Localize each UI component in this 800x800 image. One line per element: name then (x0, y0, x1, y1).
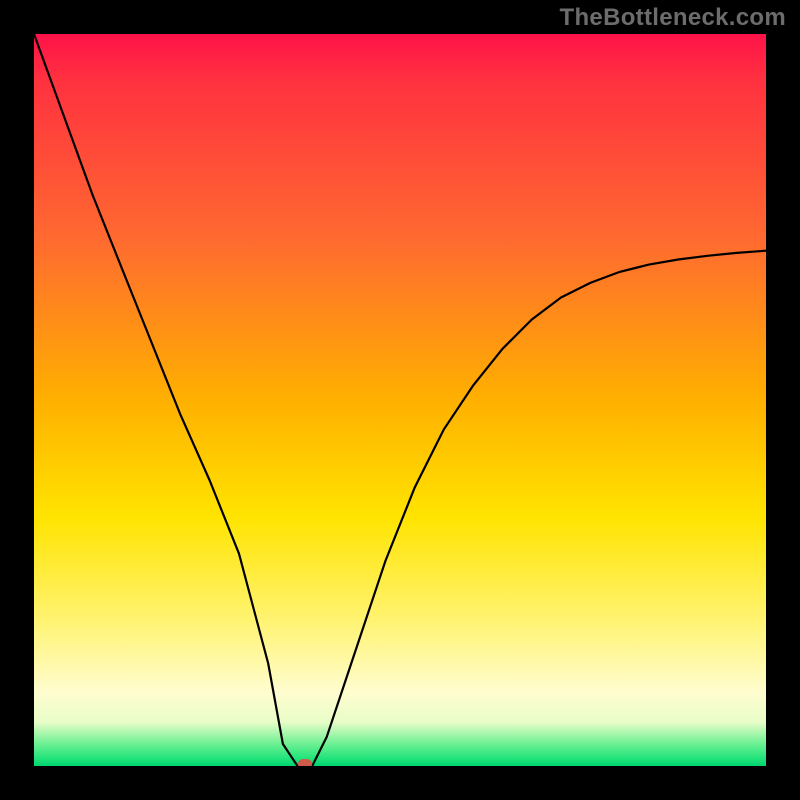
plot-area (34, 34, 766, 766)
chart-frame: TheBottleneck.com (0, 0, 800, 800)
minimum-marker (298, 759, 312, 766)
bottleneck-curve (34, 34, 766, 766)
watermark-text: TheBottleneck.com (560, 4, 786, 32)
